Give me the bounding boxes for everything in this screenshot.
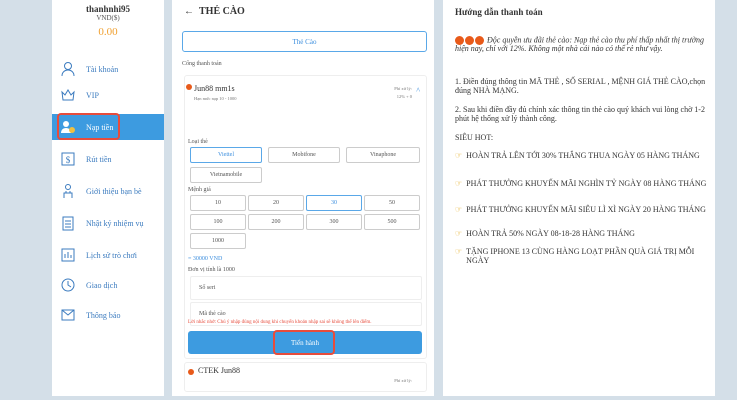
amount-label: Mệnh giá	[188, 187, 211, 193]
gateway-fee-label: Phí xử lý:	[394, 86, 412, 91]
warning-text: Lời nhắc nhở: Chú ý nhập đúng nội dung k…	[188, 320, 372, 325]
user-info: thanhnhi95 VND($) 0.00	[52, 0, 164, 38]
sidebar-item-notification[interactable]: Thông báo	[52, 302, 164, 328]
card-type-mobifone[interactable]: Mobifone	[268, 147, 340, 163]
pointing-hand-icon: ☞	[455, 179, 463, 188]
gateway-logo-icon	[186, 84, 192, 90]
referral-icon	[60, 183, 76, 199]
pointing-hand-icon: ☞	[455, 151, 463, 160]
sidebar-item-game-history[interactable]: Lịch sử trò chơi	[52, 242, 164, 268]
sidebar-item-vip[interactable]: VIP	[52, 82, 164, 108]
amount-10[interactable]: 10	[190, 195, 246, 211]
amount-100[interactable]: 100	[190, 214, 246, 230]
user-icon	[60, 61, 76, 77]
guide-title: Hướng dẫn thanh toán	[455, 7, 543, 17]
vip-icon	[60, 87, 76, 103]
back-icon[interactable]: ←	[184, 6, 194, 17]
hot-item: ☞ PHÁT THƯỞNG KHUYẾN MÃI SIÊU LÌ XÌ NGÀY …	[455, 205, 706, 214]
guide-step-1: 1. Điền đúng thông tin MÃ THẺ , SỐ SERIA…	[455, 77, 706, 95]
amount-300[interactable]: 300	[306, 214, 362, 230]
card-type-vinaphone[interactable]: Vinaphone	[346, 147, 420, 163]
sidebar-item-label: Giao dịch	[86, 280, 118, 290]
sidebar-item-task-log[interactable]: Nhật ký nhiệm vụ	[52, 210, 164, 236]
withdraw-icon: $	[60, 151, 76, 167]
card-type-label: Loại thẻ	[188, 139, 208, 145]
amount-1000[interactable]: 1000	[190, 233, 246, 249]
sidebar: thanhnhi95 VND($) 0.00 Tài khoản VIP Nạp…	[52, 0, 164, 396]
hot-title: SIÊU HOT:	[455, 133, 494, 142]
sidebar-item-referral[interactable]: Giới thiệu bạn bè	[52, 178, 164, 204]
sidebar-item-label: Tài khoản	[86, 64, 119, 74]
amount-20[interactable]: 20	[248, 195, 304, 211]
card-type-vietnamobile[interactable]: Vietnamobile	[190, 167, 262, 183]
amount-50[interactable]: 50	[364, 195, 420, 211]
chevron-up-icon[interactable]: ^	[416, 86, 420, 95]
currency: VND($)	[96, 14, 120, 22]
page-title: ← THẺ CÀO	[184, 6, 245, 17]
sidebar-item-withdraw[interactable]: $ Rút tiền	[52, 146, 164, 172]
hot-item: ☞ PHÁT THƯỞNG KHUYẾN MÃI NGHÌN TỶ NGÀY 08…	[455, 179, 707, 188]
notification-icon	[60, 307, 76, 323]
card-type-viettel[interactable]: Viettel	[190, 147, 262, 163]
gateway-label: Cổng thanh toán	[182, 61, 222, 67]
hot-item: ☞ HOÀN TRẢ LÊN TỚI 30% THẮNG THUA NGÀY 05…	[455, 151, 700, 160]
sidebar-item-label: Nhật ký nhiệm vụ	[86, 218, 144, 228]
pointing-hand-icon: ☞	[455, 247, 463, 256]
amount-500[interactable]: 500	[364, 214, 420, 230]
guide-panel: Hướng dẫn thanh toán Độc quyền ưu đãi th…	[443, 0, 715, 396]
balance: 0.00	[98, 26, 118, 38]
gateway-2-fee-label: Phí xử lý:	[394, 378, 412, 383]
gateway-fee: 12% + 0	[396, 94, 412, 99]
gateway-name[interactable]: Jun88 mm1s	[194, 84, 235, 93]
pointing-hand-icon: ☞	[455, 205, 463, 214]
sidebar-item-account[interactable]: Tài khoản	[52, 56, 164, 82]
gateway-2-name[interactable]: CTEK Jun88	[198, 366, 240, 375]
amount-30[interactable]: 30	[306, 195, 362, 211]
svg-text:$: $	[66, 155, 71, 165]
task-log-icon	[60, 215, 76, 231]
amount-200[interactable]: 200	[248, 214, 304, 230]
gateway-2-logo-icon	[188, 369, 194, 375]
sidebar-item-label: Rút tiền	[86, 154, 112, 164]
sidebar-item-label: Giới thiệu bạn bè	[86, 186, 142, 196]
transaction-icon	[60, 277, 76, 293]
hot-item: ☞ TẶNG IPHONE 13 CÙNG HÀNG LOẠT PHẦN QUÀ …	[455, 247, 695, 265]
guide-step-2: 2. Sau khi điền đầy đủ chính xác thông t…	[455, 105, 705, 123]
sidebar-item-transaction[interactable]: Giao dịch	[52, 272, 164, 298]
gateway-limit: Hạn mức nạp 10 - 1000	[194, 96, 237, 101]
serial-input[interactable]: Số seri	[190, 276, 422, 300]
sidebar-item-label: Thông báo	[86, 310, 121, 320]
guide-promo: Độc quyền ưu đãi thẻ cào: Nạp thẻ cào th…	[455, 35, 704, 53]
submit-highlight	[273, 330, 335, 355]
selected-amount: = 30000 VND	[188, 256, 223, 262]
deposit-highlight	[57, 113, 120, 140]
game-history-icon	[60, 247, 76, 263]
tab-card[interactable]: Thẻ Cào	[182, 31, 427, 52]
username: thanhnhi95	[85, 4, 131, 14]
pointing-hand-icon: ☞	[455, 229, 463, 238]
unit-label: Đơn vị tính là 1000	[188, 267, 235, 273]
hot-item: ☞ HOÀN TRẢ 50% NGÀY 08-18-28 HÀNG THÁNG	[455, 229, 635, 238]
sidebar-item-label: VIP	[86, 90, 99, 100]
sidebar-item-label: Lịch sử trò chơi	[86, 250, 137, 260]
